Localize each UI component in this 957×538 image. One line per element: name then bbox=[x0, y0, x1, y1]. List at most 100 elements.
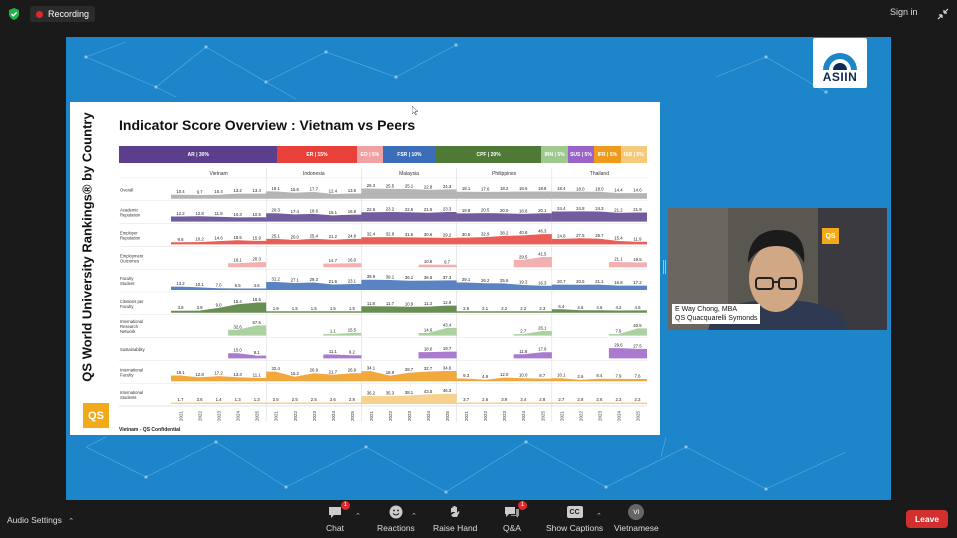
score-label: 30.6 bbox=[424, 232, 433, 237]
chat-chevron-up-icon[interactable]: ⌃ bbox=[355, 512, 361, 520]
score-label: 31.2 bbox=[272, 276, 281, 281]
score-label: 2.2 bbox=[520, 306, 527, 311]
score-label: 18.1 bbox=[462, 186, 471, 191]
score-area bbox=[361, 211, 457, 222]
score-label: 7.9 bbox=[615, 373, 622, 378]
score-label: 18.6 bbox=[310, 208, 319, 213]
shield-icon[interactable] bbox=[7, 7, 21, 21]
score-area bbox=[228, 262, 267, 268]
score-label: 41.5 bbox=[538, 251, 547, 256]
captions-chevron-up-icon[interactable]: ⌃ bbox=[596, 512, 602, 520]
score-label: 23.3 bbox=[443, 206, 452, 211]
score-label: 17.7 bbox=[310, 186, 319, 191]
score-label: 43.4 bbox=[443, 322, 452, 327]
score-label: 25.7 bbox=[595, 233, 604, 238]
score-label: 10.9 bbox=[405, 301, 414, 306]
score-label: 18.6 bbox=[519, 186, 528, 191]
score-label: 3.8 bbox=[178, 305, 185, 310]
score-label: 9.6 bbox=[178, 237, 185, 242]
country-header: Malaysia bbox=[399, 171, 419, 177]
score-label: 9.7 bbox=[197, 190, 204, 195]
score-label: 15.4 bbox=[614, 235, 623, 240]
sign-in-button[interactable]: Sign in bbox=[890, 7, 918, 17]
score-label: 32.6 bbox=[233, 324, 242, 329]
indicator-label: Network bbox=[120, 329, 136, 334]
raise-hand-button[interactable]: Raise Hand bbox=[433, 504, 477, 533]
audio-settings-button[interactable]: Audio Settings ⌃ bbox=[7, 515, 74, 525]
score-label: 4.6 bbox=[596, 305, 603, 310]
year-tick: 2022 bbox=[388, 410, 393, 421]
year-tick: 2024 bbox=[236, 410, 241, 421]
reactions-chevron-up-icon[interactable]: ⌃ bbox=[411, 512, 417, 520]
score-area bbox=[456, 191, 552, 199]
score-label: 10.0 bbox=[519, 373, 528, 378]
language-button[interactable]: VI Vietnamese bbox=[614, 504, 659, 533]
chevron-up-icon[interactable]: ⌃ bbox=[68, 518, 74, 525]
score-label: 9.7 bbox=[444, 259, 451, 264]
year-tick: 2023 bbox=[217, 410, 222, 421]
splitter-handle[interactable] bbox=[663, 260, 666, 274]
score-label: 19.3 bbox=[519, 280, 528, 285]
show-captions-button[interactable]: CC Show Captions bbox=[546, 504, 603, 533]
score-label: 32.8 bbox=[386, 232, 395, 237]
score-label: 19.7 bbox=[443, 346, 452, 351]
slide-footer: Vietnam - QS Confidential bbox=[119, 427, 181, 433]
score-label: 1.3 bbox=[254, 397, 261, 402]
score-label: 25.5 bbox=[386, 183, 395, 188]
score-label: 27.5 bbox=[576, 233, 585, 238]
score-label: 17.4 bbox=[291, 209, 300, 214]
score-label: 10.5 bbox=[252, 212, 261, 217]
score-label: 16.0 bbox=[348, 258, 357, 263]
score-area bbox=[456, 234, 552, 245]
score-label: 36.5 bbox=[424, 275, 433, 280]
leave-button[interactable]: Leave bbox=[906, 510, 948, 528]
score-label: 21.6 bbox=[329, 279, 338, 284]
reactions-button[interactable]: Reactions bbox=[377, 504, 415, 533]
score-label: 2.3 bbox=[615, 397, 622, 402]
score-label: 25.4 bbox=[310, 233, 319, 238]
meeting-top-bar: Recording Sign in bbox=[0, 0, 957, 28]
year-tick: 2024 bbox=[616, 410, 621, 421]
score-area bbox=[228, 353, 267, 359]
score-label: 7.0 bbox=[216, 283, 223, 288]
raise-hand-label: Raise Hand bbox=[433, 523, 478, 533]
participant-video[interactable]: QS E Way Chong, MBA QS Quacquarelli Symo… bbox=[668, 208, 887, 330]
year-tick: 2024 bbox=[521, 410, 526, 421]
indicator-label: Sustainability bbox=[120, 347, 146, 352]
recording-indicator[interactable]: Recording bbox=[30, 6, 96, 22]
score-area bbox=[361, 279, 457, 290]
score-label: 1.9 bbox=[273, 306, 280, 311]
country-header: Philippines bbox=[492, 171, 517, 177]
score-area bbox=[171, 216, 267, 222]
score-label: 38.1 bbox=[405, 390, 414, 395]
score-label: 17.9 bbox=[538, 347, 547, 352]
score-label: 20.0 bbox=[291, 234, 300, 239]
score-area bbox=[608, 261, 647, 268]
score-area bbox=[266, 238, 362, 245]
score-label: 22.8 bbox=[424, 184, 433, 189]
score-label: 2.5 bbox=[273, 397, 280, 402]
score-area bbox=[171, 402, 267, 404]
language-icon: VI bbox=[628, 504, 645, 520]
score-label: 2.6 bbox=[577, 374, 584, 379]
score-area bbox=[266, 402, 362, 404]
recording-dot-icon bbox=[36, 10, 43, 18]
score-label: 32.7 bbox=[424, 366, 433, 371]
score-label: 4.9 bbox=[482, 374, 489, 379]
score-area bbox=[361, 393, 457, 404]
score-label: 12.8 bbox=[195, 372, 204, 377]
score-label: 20.0 bbox=[500, 208, 509, 213]
year-tick: 2022 bbox=[293, 410, 298, 421]
score-label: 14.6 bbox=[214, 236, 223, 241]
chat-button[interactable]: 1 Chat bbox=[326, 501, 350, 533]
score-label: 23.2 bbox=[386, 207, 395, 212]
participant-name-tag: E Way Chong, MBA QS Quacquarelli Symonds bbox=[672, 304, 761, 324]
score-label: 18.6 bbox=[519, 208, 528, 213]
qa-button[interactable]: 1 Q&A bbox=[503, 501, 527, 533]
score-label: 21.9 bbox=[633, 207, 642, 212]
score-label: 16.8 bbox=[614, 280, 623, 285]
exit-fullscreen-icon[interactable] bbox=[937, 8, 949, 20]
score-label: 11.7 bbox=[386, 301, 395, 306]
vertical-title: QS World University Rankings® by Country bbox=[80, 112, 96, 382]
score-area bbox=[266, 371, 362, 382]
